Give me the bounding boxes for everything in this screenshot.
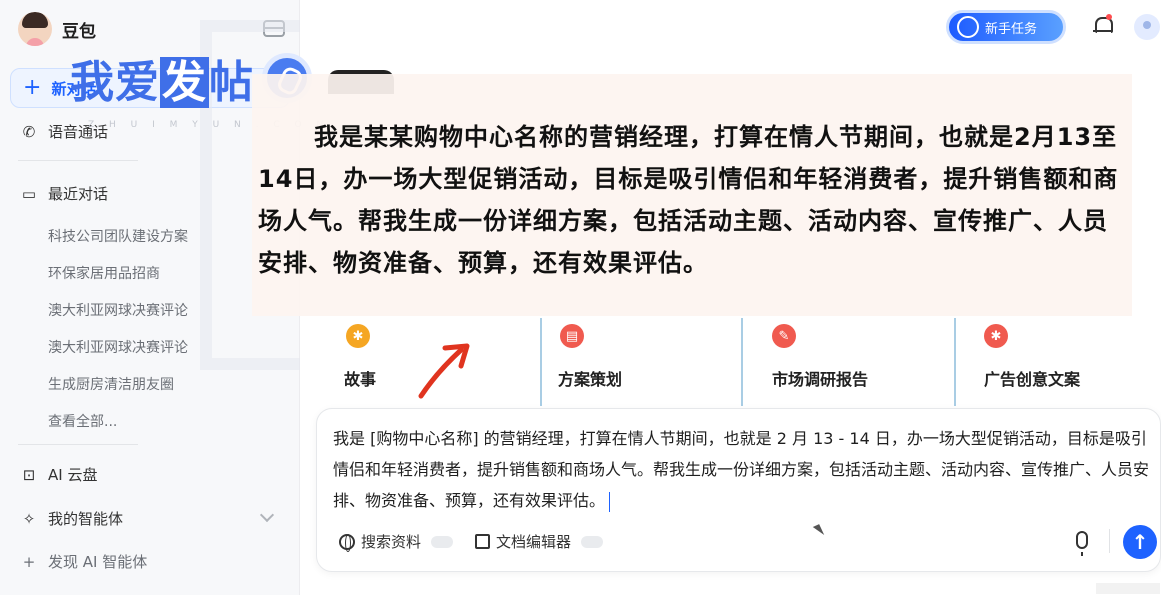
view-all-link[interactable]: 查看全部...: [48, 411, 117, 431]
chevron-down-icon[interactable]: [259, 507, 275, 523]
history-item-0[interactable]: 科技公司团队建设方案: [48, 226, 188, 246]
discover-agents-label: 发现 AI 智能体: [48, 553, 148, 571]
doc-editor-label: 文档编辑器: [496, 533, 572, 551]
plus-icon: +: [22, 552, 36, 571]
chat-bubble-icon: ▭: [21, 184, 37, 203]
card-separator: [741, 318, 743, 406]
recent-chats-header: ▭ 最近对话: [20, 183, 108, 204]
chat-input-text[interactable]: 我是 [购物中心名称] 的营销经理，打算在情人节期间，也就是 2 月 13 - …: [333, 423, 1158, 516]
beginner-task-label: 新手任务: [985, 21, 1038, 37]
divider: [18, 160, 138, 161]
card-ad-copy[interactable]: ✱ 广告创意文案: [984, 318, 1154, 406]
microphone-icon[interactable]: [1076, 531, 1088, 556]
discover-agents-item[interactable]: + 发现 AI 智能体: [20, 551, 148, 572]
card-label: 市场调研报告: [772, 370, 869, 389]
globe-icon: [339, 533, 355, 552]
chat-input-box[interactable]: 我是 [购物中心名称] 的营销经理，打算在情人节期间，也就是 2 月 13 - …: [316, 408, 1161, 572]
lightbulb-icon: ✱: [346, 324, 370, 348]
plus-icon: +: [23, 75, 42, 100]
brand[interactable]: 豆包: [18, 12, 96, 46]
sparkle-icon: ✧: [22, 509, 36, 528]
search-data-label: 搜索资料: [361, 533, 422, 551]
ime-toolbar: [1096, 583, 1160, 594]
ai-cloud-label: AI 云盘: [48, 466, 98, 484]
card-separator: [540, 318, 542, 406]
doc-editor-tool[interactable]: 文档编辑器: [475, 531, 604, 552]
recent-chats-label: 最近对话: [48, 185, 109, 203]
divider: [1109, 529, 1110, 553]
task-icon: [957, 16, 979, 38]
phone-icon: ✆: [22, 122, 36, 141]
brand-name: 豆包: [62, 21, 96, 42]
history-item-4[interactable]: 生成厨房清洁朋友圈: [48, 374, 174, 394]
caption-text: 我是某某购物中心名称的营销经理，打算在情人节期间，也就是2月13至14日，办一场…: [258, 123, 1119, 277]
card-label: 广告创意文案: [984, 370, 1081, 389]
cloud-drive-icon: ⊡: [22, 465, 36, 484]
edit-icon: [475, 534, 490, 549]
card-label: 方案策划: [558, 370, 623, 389]
card-label: 故事: [344, 370, 377, 389]
card-plan[interactable]: ▤ 方案策划: [558, 318, 748, 406]
text-caret: [609, 491, 611, 512]
card-separator: [954, 318, 956, 406]
doc-editor-toggle[interactable]: [581, 535, 604, 548]
caption-overlay: 我是某某购物中心名称的营销经理，打算在情人节期间，也就是2月13至14日，办一场…: [252, 74, 1132, 316]
clipboard-icon: ✎: [772, 324, 796, 348]
send-button[interactable]: ↑: [1123, 525, 1157, 559]
user-avatar-icon[interactable]: [1134, 14, 1160, 40]
search-data-toggle[interactable]: [431, 535, 454, 548]
beginner-task-button[interactable]: 新手任务: [946, 10, 1066, 44]
history-item-2[interactable]: 澳大利亚网球决赛评论: [48, 300, 188, 320]
my-agents-label: 我的智能体: [48, 510, 124, 528]
avatar: [18, 12, 52, 46]
notification-dot: [1106, 14, 1112, 20]
my-agents-item[interactable]: ✧ 我的智能体: [20, 508, 123, 529]
document-icon: ▤: [560, 324, 584, 348]
lightbulb-icon: ✱: [984, 324, 1008, 348]
history-item-3[interactable]: 澳大利亚网球决赛评论: [48, 337, 188, 357]
history-item-1[interactable]: 环保家居用品招商: [48, 263, 160, 283]
divider: [18, 444, 138, 445]
search-data-tool[interactable]: 搜索资料: [339, 531, 454, 552]
watermark-text: 我爱发帖: [70, 57, 254, 108]
card-market-report[interactable]: ✎ 市场调研报告: [772, 318, 972, 406]
annotation-arrow-icon: [418, 343, 470, 399]
ai-cloud-item[interactable]: ⊡ AI 云盘: [20, 464, 98, 485]
